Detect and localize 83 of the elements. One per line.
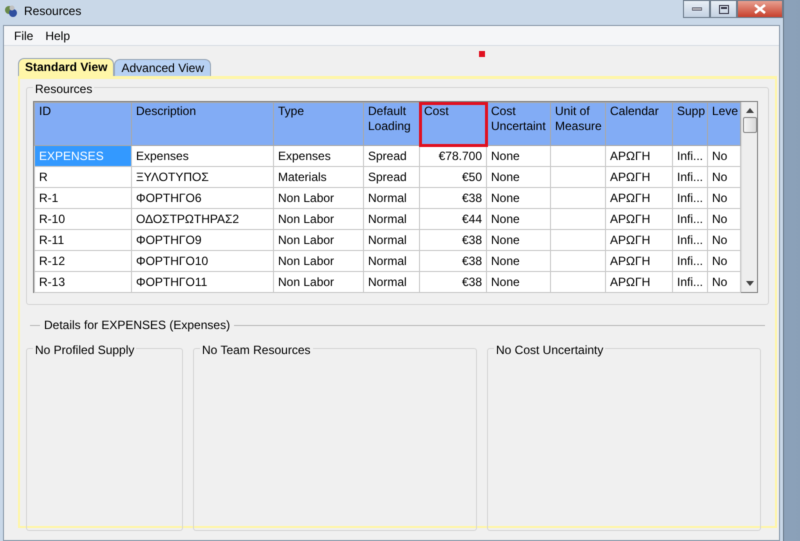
table-cell: €38 [420, 230, 486, 250]
scroll-thumb[interactable] [742, 117, 756, 133]
table-cell: Normal [364, 208, 420, 230]
table-cell: None [486, 230, 550, 250]
table-cell: Infi... [672, 166, 708, 188]
table-cell: None [486, 188, 550, 208]
table-cell: Infi... [672, 188, 708, 208]
table-cell: None [486, 208, 550, 230]
table-cell: R-11 [34, 230, 132, 250]
minimize-icon [692, 7, 702, 11]
table-cell: None [486, 250, 550, 272]
column-header[interactable]: Leve [708, 102, 740, 146]
table-cell: Non Labor [274, 208, 364, 230]
column-header[interactable]: Description [132, 102, 274, 146]
menu-item[interactable]: Help [39, 26, 76, 44]
table-cell: €44 [420, 208, 486, 230]
table-cell: Spread [364, 146, 420, 166]
table-cell: ΑΡΩΓΗ [606, 146, 672, 166]
table-cell: Normal [364, 250, 420, 272]
scrollbar[interactable] [741, 102, 757, 292]
table-cell: ΑΡΩΓΗ [606, 230, 672, 250]
table-cell: ΑΡΩΓΗ [606, 166, 672, 188]
table-cell: Materials [274, 166, 364, 188]
column-header[interactable]: Supp [672, 102, 708, 146]
table-cell: ΞΥΛΟΤΥΠΟΣ [132, 166, 274, 188]
table-cell: €50 [420, 166, 486, 188]
table-cell: Expenses [132, 146, 274, 166]
table-cell: Non Labor [274, 250, 364, 272]
table-cell: Infi... [672, 230, 708, 250]
table-cell: None [486, 272, 550, 292]
app-icon [4, 4, 18, 18]
table-cell: ΦΟΡΤΗΓΟ6 [132, 188, 274, 208]
table-cell: ΦΟΡΤΗΓΟ10 [132, 250, 274, 272]
details-title: Details for EXPENSES (Expenses) [44, 317, 230, 334]
table-cell: Non Labor [274, 272, 364, 292]
table-cell: Infi... [672, 272, 708, 292]
table-cell: €38 [420, 272, 486, 292]
scroll-up-icon[interactable] [746, 108, 754, 113]
table-cell: R-10 [34, 208, 132, 230]
maximize-icon [718, 4, 728, 14]
table-cell: ΑΡΩΓΗ [606, 208, 672, 230]
scroll-down-icon[interactable] [746, 281, 754, 286]
table-cell: €38 [420, 250, 486, 272]
table-cell: ΑΡΩΓΗ [606, 272, 672, 292]
table-cell: €38 [420, 188, 486, 208]
column-header[interactable]: Unit of Measure [550, 102, 606, 146]
table-cell: EXPENSES [34, 146, 132, 166]
table-cell: None [486, 146, 550, 166]
table-cell: Infi... [672, 208, 708, 230]
table-cell: None [486, 166, 550, 188]
window-title: Resources [24, 3, 82, 20]
table-cell: ΦΟΡΤΗΓΟ11 [132, 272, 274, 292]
table-cell: Infi... [672, 146, 708, 166]
table-cell: R-1 [34, 188, 132, 208]
table-cell: Non Labor [274, 188, 364, 208]
table-cell: Non Labor [274, 230, 364, 250]
column-header[interactable]: Default Loading [364, 102, 420, 146]
table-cell: ΑΡΩΓΗ [606, 250, 672, 272]
table-cell: Infi... [672, 250, 708, 272]
column-header[interactable]: Calendar [606, 102, 672, 146]
column-header[interactable]: ID [34, 102, 132, 146]
table-cell: ΑΡΩΓΗ [606, 188, 672, 208]
column-header[interactable]: Type [274, 102, 364, 146]
column-header[interactable]: Cost [420, 102, 486, 146]
table-cell: Expenses [274, 146, 364, 166]
table-cell: ΟΔΟΣΤΡΩΤΗΡΑΣ2 [132, 208, 274, 230]
tab[interactable]: Standard View [18, 58, 114, 76]
close-button[interactable] [737, 0, 783, 18]
close-icon [754, 4, 766, 14]
table-cell: R-12 [34, 250, 132, 272]
table-cell: R [34, 166, 132, 188]
table-cell: Normal [364, 272, 420, 292]
table-cell: Normal [364, 230, 420, 250]
table-cell: Spread [364, 166, 420, 188]
table-cell: R-13 [34, 272, 132, 292]
column-header[interactable]: Cost Uncertaint [486, 102, 550, 146]
table-cell: Normal [364, 188, 420, 208]
table-cell: €78.700 [420, 146, 486, 166]
minimize-button[interactable] [683, 0, 710, 18]
maximize-button[interactable] [710, 0, 737, 18]
tab[interactable]: Advanced View [114, 59, 211, 76]
menu-item[interactable]: File [8, 26, 40, 44]
table-cell: ΦΟΡΤΗΓΟ9 [132, 230, 274, 250]
